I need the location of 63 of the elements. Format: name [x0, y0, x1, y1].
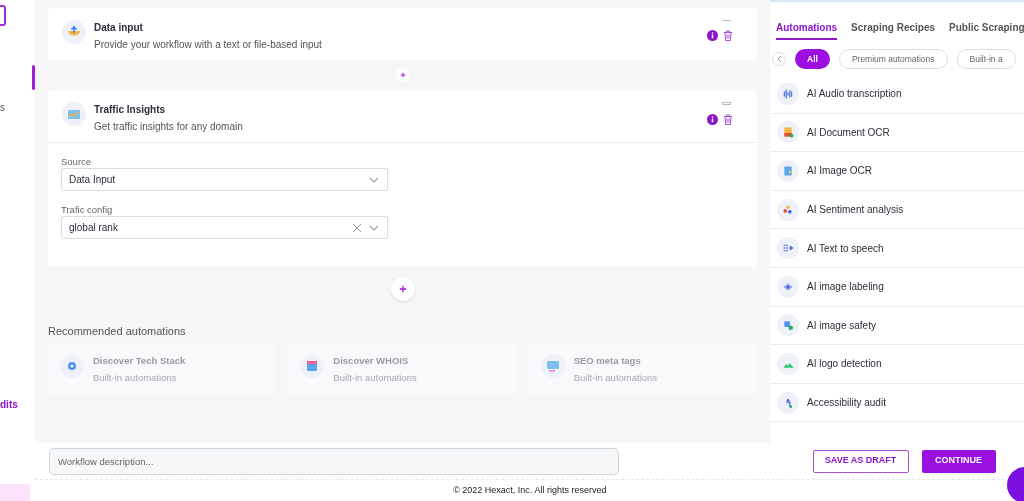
trash-icon[interactable]	[723, 30, 733, 41]
panel-tab[interactable]: Public Scraping	[949, 20, 1024, 40]
add-step-button[interactable]	[390, 277, 415, 301]
shield-icon	[777, 314, 799, 337]
sound-wave-icon	[777, 82, 799, 105]
step-description: Provide your workflow with a text or file-based input	[94, 38, 323, 52]
panel-tab[interactable]: Scraping Recipes	[851, 20, 936, 40]
clear-icon[interactable]	[352, 222, 362, 233]
dots-icon	[777, 198, 799, 221]
field-label: Trafic config	[61, 204, 114, 216]
info-icon[interactable]	[707, 30, 718, 41]
recommendation-subtitle: Built-in automations	[93, 370, 178, 385]
eye-icon	[777, 275, 799, 298]
collapse-handle[interactable]	[722, 102, 731, 105]
upload-icon	[62, 20, 86, 44]
recommendation-title: SEO meta tags	[573, 353, 642, 368]
plus-icon	[399, 72, 406, 78]
recommendation-subtitle: Built-in automations	[333, 370, 417, 385]
sidebar-item[interactable]: s	[0, 103, 35, 113]
step-description: Get traffic insights for any domain	[94, 120, 244, 134]
save-draft-button[interactable]: SAVE AS DRAFT	[812, 449, 909, 473]
step-title: Traffic Insights	[94, 103, 167, 117]
sidebar-item[interactable]: dits	[0, 400, 35, 410]
speech-icon	[777, 237, 799, 260]
continue-button[interactable]: CONTINUE	[921, 449, 996, 473]
automation-item[interactable]: Accessibility audit	[770, 383, 1024, 423]
chevron-left-icon	[776, 55, 782, 63]
sidebar-highlight	[0, 484, 30, 501]
add-step-button[interactable]	[395, 68, 410, 82]
section-title: Recommended automations	[48, 324, 187, 339]
field-label: Source	[61, 156, 93, 168]
trash-icon[interactable]	[723, 114, 733, 125]
automation-item[interactable]: AI image labeling	[770, 267, 1024, 307]
recommendation-title: Discover WHOIS	[333, 353, 410, 368]
automation-item[interactable]: AI Text to speech	[770, 229, 1024, 268]
automation-item[interactable]: AI Sentiment analysis	[770, 190, 1024, 230]
image-icon	[777, 160, 799, 182]
document-icon	[777, 121, 799, 144]
sidebar-button[interactable]	[0, 5, 6, 26]
filter-chip[interactable]: All	[795, 49, 830, 69]
monitor-icon	[540, 353, 565, 378]
select-field[interactable]: Data Input	[61, 168, 388, 191]
recommendation-subtitle: Built-in automations	[573, 370, 658, 385]
panel-tab[interactable]: Automations	[776, 20, 838, 40]
automation-item[interactable]: AI logo detection	[770, 345, 1024, 384]
step-title: Data input	[94, 21, 144, 35]
active-indicator	[32, 65, 35, 90]
automation-item[interactable]: AI image safety	[770, 306, 1024, 346]
calendar-icon	[300, 353, 325, 378]
drag-handle[interactable]	[722, 20, 731, 21]
chart-icon	[62, 102, 86, 126]
person-icon	[777, 391, 799, 414]
info-icon[interactable]	[707, 114, 718, 125]
automation-item[interactable]: AI Audio transcription	[770, 75, 1024, 114]
automation-item[interactable]: AI Document OCR	[770, 113, 1024, 153]
automation-item[interactable]: AI Image OCR	[770, 152, 1024, 191]
plus-icon	[398, 285, 407, 293]
select-field[interactable]: global rank	[61, 216, 388, 239]
footer-text: © 2022 Hexact, Inc. All rights reserved	[453, 483, 607, 497]
description-field[interactable]: Workflow description...	[49, 447, 619, 475]
gear-icon	[60, 353, 84, 378]
recommendation-title: Discover Tech Stack	[93, 353, 186, 368]
mountain-icon	[777, 352, 799, 375]
